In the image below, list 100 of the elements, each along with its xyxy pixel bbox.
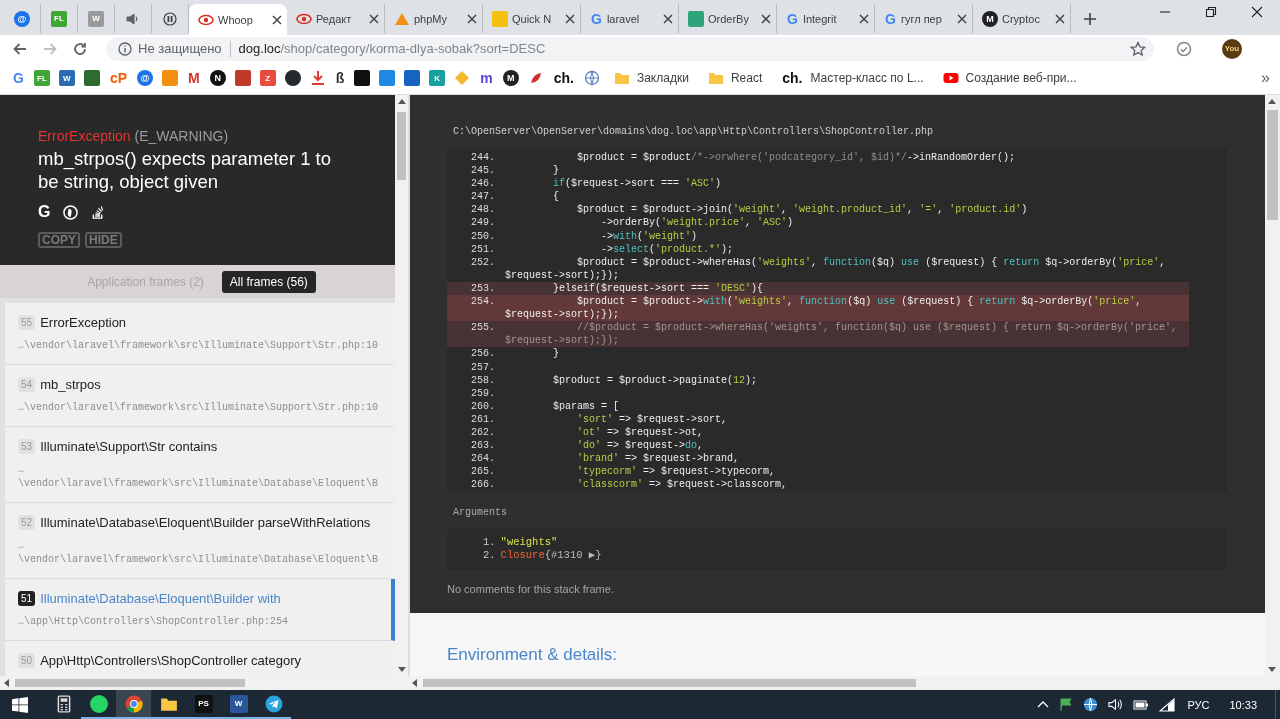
bookmark-label: Создание веб-при... (965, 71, 1077, 85)
line-number: 249. (470, 216, 496, 230)
line-number: 265. (470, 465, 496, 479)
volume-icon[interactable] (1108, 697, 1124, 712)
code-line: 'typecorm' => $request->typecorm, (576, 465, 777, 479)
windows-icon[interactable] (12, 696, 28, 713)
code-line: 'ot' => $request->ot, (576, 425, 705, 440)
site-logo: G (786, 10, 799, 27)
browser-tab[interactable]: M Cryptoc (973, 4, 1071, 33)
site-logo: @ (137, 70, 153, 86)
close-icon[interactable] (272, 14, 282, 25)
site-logo: FL (33, 70, 50, 86)
tab-title: laravel (606, 12, 641, 25)
bookmark[interactable]: Создание веб-при... (942, 70, 1077, 86)
line-number: 264. (470, 452, 496, 466)
wifi-icon[interactable] (1159, 697, 1176, 712)
search-link[interactable]: G (38, 203, 51, 221)
tab-title: Whoop (218, 13, 254, 26)
profile-avatar[interactable]: You (1222, 38, 1242, 59)
browser-tab[interactable]: Whoop (189, 4, 287, 35)
site-logo: W (229, 694, 248, 713)
security-label: Не защищено (138, 41, 222, 56)
address-bar[interactable]: Не защищено dog.loc/shop/category/korma-dlya-sobak?sort=DESC (106, 36, 1154, 61)
new-tab-icon[interactable] (1083, 12, 1097, 26)
close-icon[interactable] (565, 13, 575, 24)
bookmark[interactable]: Закладки (613, 70, 689, 86)
site-logo: FL (51, 10, 67, 27)
frame-number: 52 (18, 515, 36, 530)
frame-title: ErrorException (40, 315, 127, 330)
language-indicator[interactable]: РУС (1187, 698, 1210, 711)
browser-tab[interactable]: Quick N (483, 4, 581, 33)
extension-icon[interactable] (1176, 40, 1192, 57)
taskbar-app[interactable]: PS (186, 690, 221, 719)
section-label: Arguments (453, 507, 508, 519)
flag-icon[interactable] (1059, 697, 1074, 712)
argument-number: 1. (483, 536, 496, 550)
stack-frame[interactable]: 55 ErrorException …\vendor\laravel\framework\src\Illuminate\Support\Str.php:10 (5, 303, 395, 365)
browser-tab[interactable]: Редакт (287, 4, 385, 33)
restore-icon[interactable] (1205, 5, 1217, 18)
star-icon[interactable] (1130, 40, 1146, 57)
bookmark[interactable]: React (707, 70, 763, 86)
browser-tab[interactable]: phpMy (385, 4, 483, 33)
stack-icon[interactable] (91, 204, 106, 220)
globe-icon[interactable] (1083, 697, 1099, 712)
clock[interactable]: 10:33 (1229, 698, 1257, 711)
tab-title: phpMy (414, 12, 449, 25)
reload-icon[interactable] (72, 40, 88, 57)
tab-title: OrderBy (708, 12, 750, 25)
site-logo: W (58, 70, 75, 86)
comments-note: No comments for this stack frame. (447, 583, 615, 596)
battery-icon[interactable] (1133, 697, 1150, 712)
close-icon[interactable] (1251, 5, 1263, 18)
browser-tab[interactable]: G Integrit (777, 4, 875, 33)
close-icon[interactable] (467, 13, 477, 24)
line-number: 260. (470, 399, 496, 413)
info-icon[interactable] (118, 41, 132, 56)
tab-title: Quick N (512, 12, 553, 25)
site-logo: G (884, 10, 897, 27)
taskbar-app[interactable] (116, 690, 151, 719)
code-line: ->select('product.*'); (600, 242, 735, 256)
stack-frame[interactable]: 54 mb_strpos …\vendor\laravel\framework\src\Illuminate\Support\Str.php:10 (5, 365, 395, 427)
code-line: 'sort' => $request->sort, (576, 412, 729, 426)
frames-tab[interactable]: All frames (56) (221, 270, 316, 293)
close-icon[interactable] (957, 13, 967, 24)
code-line: //$product = $product->whereHas('weights', function($q) use ($request) { return $q->orderBy('price', $request->sort);}); (505, 321, 1179, 348)
line-number: 258. (470, 373, 496, 387)
bookmark-label: Закладки (636, 71, 689, 85)
pinned-tab[interactable]: @ (4, 4, 41, 33)
code-line: } (552, 347, 561, 361)
section-heading: Environment & details: (447, 645, 619, 666)
code-line: $product = $product/*->orwhere('podcategory_id', $id)*/->inRandomOrder(); (576, 151, 1017, 165)
tab-title: гугл пер (900, 12, 943, 25)
file-path: … \vendor\laravel\framework\src\Illuminate\Database\Eloquent\B (18, 463, 380, 491)
bookmark-label: React (730, 71, 763, 85)
line-number: 253. (470, 281, 496, 296)
frame-number: 50 (18, 653, 36, 668)
tab-title: Редакт (316, 12, 353, 25)
duck-icon[interactable] (63, 204, 79, 220)
more-bookmarks[interactable]: » (1261, 69, 1270, 87)
browser-tab[interactable]: G гугл пер (875, 4, 973, 33)
code-line: }elseif($request->sort === 'DESC'){ (552, 281, 765, 296)
bookmark[interactable]: ch. Мастер-класс по L... (781, 70, 924, 86)
taskbar-app[interactable]: W (221, 690, 256, 719)
site-logo: ß (334, 70, 346, 86)
code-line: { (552, 190, 561, 204)
close-icon[interactable] (369, 13, 379, 24)
close-icon[interactable] (859, 13, 869, 24)
site-logo: ch. (781, 70, 804, 86)
line-number: 245. (470, 164, 496, 178)
close-icon[interactable] (663, 13, 673, 24)
site-logo: m (479, 70, 494, 86)
close-icon[interactable] (1055, 13, 1065, 24)
frame-number: 54 (18, 377, 36, 392)
close-icon[interactable] (761, 13, 771, 24)
tab-title: Integrit (802, 12, 838, 25)
browser-tab[interactable]: OrderBy (679, 4, 777, 33)
error-message: mb_strpos() expects parameter 1 to be string, object given (38, 147, 333, 193)
site-logo: Z (259, 70, 276, 86)
browser-tab[interactable]: G laravel (581, 4, 679, 33)
frame-number: 55 (18, 315, 36, 330)
